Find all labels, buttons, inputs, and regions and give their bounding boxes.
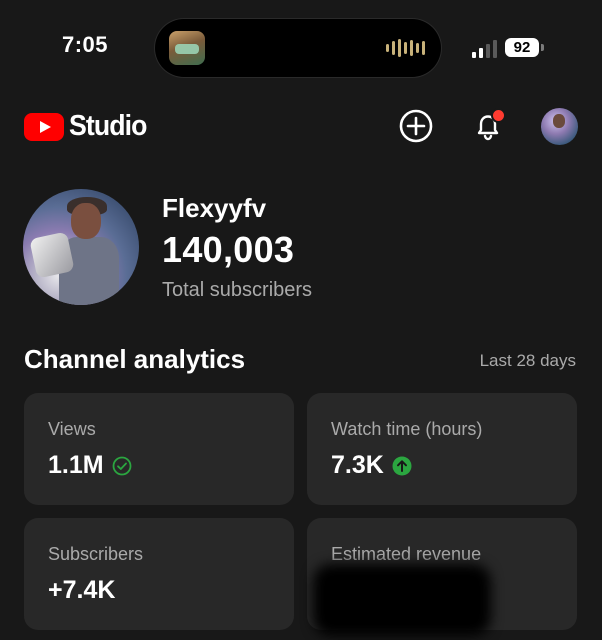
arrow-up-circle-icon bbox=[392, 456, 412, 475]
account-avatar[interactable] bbox=[541, 108, 578, 145]
views-value: 1.1M bbox=[48, 451, 104, 479]
subscribers-card[interactable]: Subscribers +7.4K bbox=[24, 518, 294, 630]
status-time: 7:05 bbox=[62, 32, 109, 57]
app-header: Studio bbox=[0, 100, 602, 156]
check-circle-icon bbox=[112, 456, 131, 475]
channel-profile: Flexyyfv 140,003 Total subscribers bbox=[0, 185, 602, 310]
subscriber-count: 140,003 bbox=[162, 229, 295, 270]
subscriber-label: Total subscribers bbox=[162, 279, 313, 301]
views-card[interactable]: Views 1.1M bbox=[24, 393, 294, 505]
status-bar: 7:05 92 bbox=[0, 0, 602, 90]
cellular-signal-icon bbox=[472, 40, 497, 58]
watch-time-value-row: 7.3K bbox=[331, 451, 412, 480]
dynamic-island[interactable] bbox=[155, 19, 441, 77]
revenue-card[interactable]: Estimated revenue bbox=[307, 518, 577, 636]
watch-time-card[interactable]: Watch time (hours) 7.3K bbox=[307, 393, 577, 505]
subscribers-label: Subscribers bbox=[48, 544, 144, 564]
youtube-logo-icon bbox=[24, 112, 64, 141]
redacted-revenue-overlay bbox=[313, 564, 491, 636]
studio-logo[interactable]: Studio bbox=[24, 110, 153, 143]
revenue-label: Estimated revenue bbox=[331, 544, 482, 564]
watch-time-value: 7.3K bbox=[331, 451, 384, 479]
subscribers-value: +7.4K bbox=[48, 576, 116, 604]
notification-badge bbox=[491, 108, 506, 123]
subscribers-value-row: +7.4K bbox=[48, 576, 115, 605]
analytics-title: Channel analytics bbox=[24, 344, 246, 374]
logo-text: Studio bbox=[69, 110, 147, 142]
audio-waveform-icon bbox=[386, 39, 425, 57]
channel-avatar[interactable] bbox=[23, 189, 139, 305]
battery-icon: 92 bbox=[505, 38, 539, 57]
watch-time-label: Watch time (hours) bbox=[331, 419, 483, 439]
create-button[interactable] bbox=[396, 106, 436, 146]
battery-tip bbox=[541, 44, 544, 51]
channel-name: Flexyyfv bbox=[162, 193, 267, 223]
create-plus-icon bbox=[399, 109, 433, 143]
views-label: Views bbox=[48, 419, 96, 439]
now-playing-artwork bbox=[169, 31, 205, 65]
analytics-period[interactable]: Last 28 days bbox=[480, 351, 576, 371]
views-value-row: 1.1M bbox=[48, 451, 132, 480]
